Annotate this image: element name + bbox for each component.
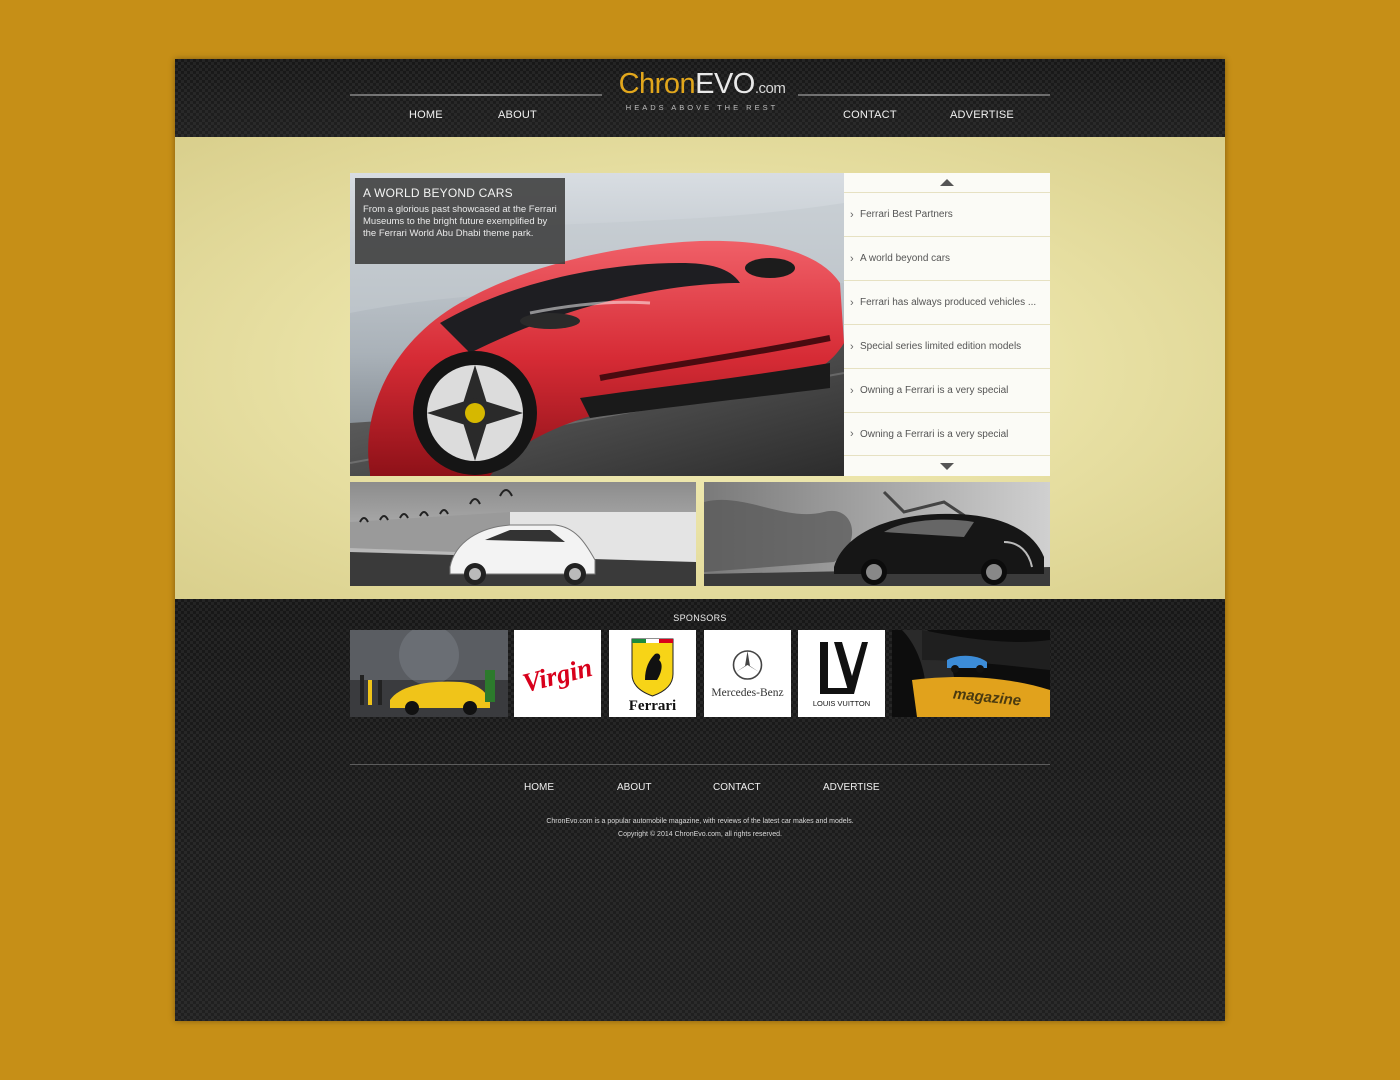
sponsor-mercedes-benz[interactable]: Mercedes-Benz: [704, 630, 791, 717]
slide-list-item[interactable]: › Owning a Ferrari is a very special: [844, 368, 1050, 412]
chevron-right-icon: ›: [850, 340, 854, 353]
slide-list-item-label: Owning a Ferrari is a very special: [860, 385, 1009, 396]
footer-nav-home[interactable]: HOME: [524, 782, 554, 793]
chevron-right-icon: ›: [850, 384, 854, 397]
logo-evo: EVO: [695, 68, 755, 100]
nav-about[interactable]: ABOUT: [498, 109, 537, 121]
slide-list-item[interactable]: › Ferrari Best Partners: [844, 192, 1050, 236]
slide-caption-title: A WORLD BEYOND CARS: [363, 186, 513, 200]
feature-thumbnail-silver-car[interactable]: [350, 482, 696, 586]
autoshop-sponsor-image: [350, 630, 508, 717]
nav-advertise[interactable]: ADVERTISE: [950, 109, 1014, 121]
logo-com: .com: [754, 80, 786, 97]
logo-tagline: HEADS ABOVE THE REST: [625, 103, 779, 112]
silver-car-image: [350, 482, 696, 586]
mercedes-logo-icon: Mercedes-Benz: [704, 630, 791, 717]
ferrari-logo-icon: Ferrari: [609, 630, 696, 717]
virgin-logo-icon: Virgin: [514, 630, 601, 717]
lower-section: [175, 599, 1225, 1021]
sponsor-magazine[interactable]: magazine: [892, 630, 1050, 717]
feature-thumbnail-black-car[interactable]: [704, 482, 1050, 586]
footer-copyright: Copyright © 2014 ChronEvo.com, all right…: [618, 831, 782, 838]
slide-list-item-label: Owning a Ferrari is a very special: [860, 428, 1009, 440]
slide-list-item[interactable]: › Special series limited edition models: [844, 324, 1050, 368]
page-container: HOME ABOUT CONTACT ADVERTISE ChronEVO.co…: [175, 59, 1225, 1021]
logo-wordmark: ChronEVO.com: [611, 69, 793, 104]
slide-list-item-label: A world beyond cars: [860, 253, 951, 264]
footer-divider: [350, 764, 1050, 765]
chevron-right-icon: ›: [850, 296, 854, 309]
sponsor-louis-vuitton[interactable]: LOUIS VUITTON: [798, 630, 885, 717]
arrow-down-icon[interactable]: [940, 463, 954, 470]
ferrari-logo-text: Ferrari: [629, 698, 676, 714]
header-divider-right: [798, 94, 1050, 96]
slide-list-item-label: Ferrari has always produced vehicles ...: [860, 297, 1037, 308]
sponsor-autoshop[interactable]: [350, 630, 508, 717]
chevron-right-icon: ›: [850, 428, 854, 440]
sponsors-title: SPONSORS: [673, 613, 727, 623]
slide-list: › Ferrari Best Partners › A world beyond…: [844, 173, 1050, 476]
nav-home[interactable]: HOME: [409, 109, 443, 121]
sponsor-virgin[interactable]: Virgin: [514, 630, 601, 717]
logo-chron: Chron: [618, 68, 696, 100]
site-logo[interactable]: ChronEVO.com HEADS ABOVE THE REST: [611, 69, 793, 113]
chevron-right-icon: ›: [850, 208, 854, 221]
chevron-right-icon: ›: [850, 252, 854, 265]
slide-list-item-label: Ferrari Best Partners: [860, 209, 953, 220]
footer-nav-advertise[interactable]: ADVERTISE: [823, 782, 880, 793]
slide-list-item-label: Special series limited edition models: [860, 341, 1022, 352]
footer-nav-about[interactable]: ABOUT: [617, 782, 651, 793]
slide-list-item[interactable]: › Ferrari has always produced vehicles .…: [844, 280, 1050, 324]
footer-nav-contact[interactable]: CONTACT: [713, 782, 761, 793]
sponsor-ferrari[interactable]: Ferrari: [609, 630, 696, 717]
slide-caption: A WORLD BEYOND CARS From a glorious past…: [355, 178, 565, 264]
header-divider-left: [350, 94, 602, 96]
slide-list-item[interactable]: › Owning a Ferrari is a very special: [844, 412, 1050, 456]
header: HOME ABOUT CONTACT ADVERTISE ChronEVO.co…: [175, 59, 1225, 137]
black-car-image: [704, 482, 1050, 586]
magazine-sponsor-image: magazine: [892, 630, 1050, 717]
nav-contact[interactable]: CONTACT: [843, 109, 897, 121]
mercedes-logo-text: Mercedes-Benz: [711, 687, 783, 699]
louis-vuitton-logo-text: LOUIS VUITTON: [813, 699, 870, 708]
arrow-up-icon[interactable]: [940, 179, 954, 186]
footer-description: ChronEvo.com is a popular automobile mag…: [546, 818, 854, 825]
slide-caption-text: From a glorious past showcased at the Fe…: [363, 204, 557, 239]
louis-vuitton-logo-icon: LOUIS VUITTON: [798, 630, 885, 717]
slide-list-item[interactable]: › A world beyond cars: [844, 236, 1050, 280]
